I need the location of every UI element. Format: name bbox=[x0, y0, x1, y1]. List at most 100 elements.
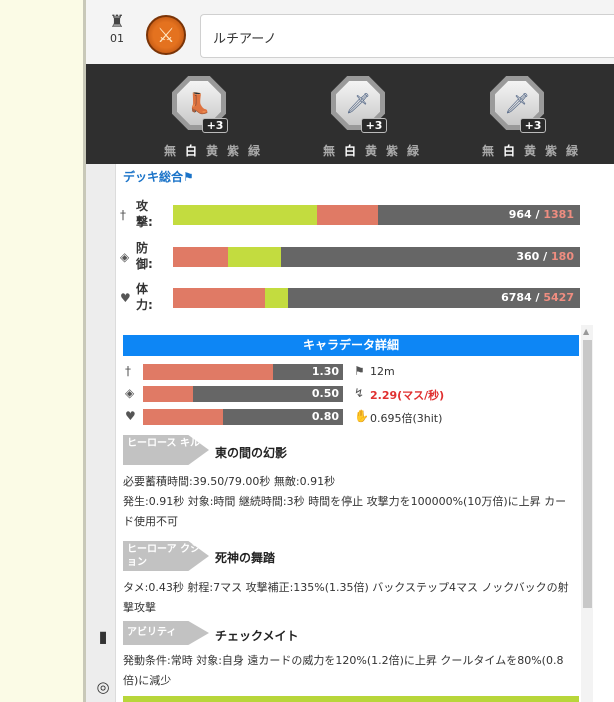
bar-green bbox=[265, 288, 288, 308]
equipment-bar: 👢 +3 無 白 黄 紫 緑 🗡 +3 無 白 黄 紫 緑 🗡 +3 無 白 黄… bbox=[86, 64, 614, 164]
color-none[interactable]: 無 bbox=[482, 142, 494, 159]
equip-slot-2[interactable]: 🗡 +3 無 白 黄 紫 緑 bbox=[291, 74, 451, 164]
sword-icon: † bbox=[120, 208, 126, 222]
detail-bar: 0.80 bbox=[143, 409, 343, 425]
color-yellow[interactable]: 黄 bbox=[365, 142, 377, 159]
pin-icon: ⚑ bbox=[183, 170, 194, 184]
char-number-text: 01 bbox=[110, 32, 124, 45]
detail-attack-row: † 1.30 ⚑ 12m bbox=[123, 363, 579, 381]
heart-icon: ♥ bbox=[125, 409, 136, 423]
color-purple[interactable]: 紫 bbox=[545, 142, 557, 159]
stat-current: 6784 bbox=[501, 291, 532, 304]
equip-level-badge: +3 bbox=[520, 118, 546, 133]
stat-value: 360 / 180 bbox=[516, 250, 574, 263]
stat-attack: † 攻撃: 964 / 1381 bbox=[120, 199, 580, 230]
speed-text: 2.29(マス/秒) bbox=[370, 389, 445, 402]
stat-value: 6784 / 5427 bbox=[501, 291, 574, 304]
hero-action-desc: タメ:0.43秒 射程:7マス 攻撃補正:135%(1.35倍) バックステップ… bbox=[123, 581, 569, 614]
detail-value: 0.80 bbox=[311, 410, 339, 423]
detail-hp-row: ♥ 0.80 ✋ 0.695倍(3hit) bbox=[123, 408, 579, 426]
stat-defense: ◈ 防御: 360 / 180 bbox=[120, 241, 580, 272]
bar-red bbox=[173, 288, 266, 308]
detail-bar: 0.50 bbox=[143, 386, 343, 402]
hit-text: 0.695倍(3hit) bbox=[370, 412, 443, 425]
equip-level-badge: +3 bbox=[361, 118, 387, 133]
color-purple[interactable]: 紫 bbox=[386, 142, 398, 159]
detail-bar-fill bbox=[143, 364, 273, 380]
bar-green bbox=[227, 247, 281, 267]
heart-icon: ♥ bbox=[120, 291, 131, 305]
color-green[interactable]: 緑 bbox=[566, 142, 578, 159]
hero-skill-name: 東の間の幻影 bbox=[215, 446, 288, 460]
equip-level-badge: +3 bbox=[202, 118, 228, 133]
range-text: 12m bbox=[370, 365, 395, 378]
color-purple[interactable]: 紫 bbox=[227, 142, 239, 159]
color-white[interactable]: 白 bbox=[503, 142, 515, 159]
stat-hp: ♥ 体力: 6784 / 5427 bbox=[120, 282, 580, 313]
stat-alt: 180 bbox=[551, 250, 574, 263]
color-row: 無 白 黄 紫 緑 bbox=[450, 142, 610, 159]
stat-sep: / bbox=[539, 250, 552, 263]
stat-label: 防御: bbox=[136, 241, 153, 271]
bar-green bbox=[173, 205, 318, 225]
hero-skill-tag: ヒーロース キル bbox=[123, 435, 209, 465]
range-icon: ⚑ bbox=[354, 364, 365, 378]
stat-bar: 964 / 1381 bbox=[173, 205, 580, 225]
equip-slot-3[interactable]: 🗡 +3 無 白 黄 紫 緑 bbox=[450, 74, 610, 164]
detail-defense-row: ◈ 0.50 ↯ 2.29(マス/秒) bbox=[123, 385, 579, 403]
color-row: 無 白 黄 紫 緑 bbox=[291, 142, 451, 159]
char-number: ♜ 01 bbox=[104, 12, 130, 45]
detail-bar-fill bbox=[143, 386, 193, 402]
stat-current: 360 bbox=[516, 250, 540, 263]
bar-red bbox=[317, 205, 379, 225]
detail-value: 0.50 bbox=[311, 387, 339, 400]
stat-sep: / bbox=[531, 291, 544, 304]
color-row: 無 白 黄 紫 緑 bbox=[132, 142, 292, 159]
character-header: ♜ 01 ⚔ ルチアーノ bbox=[86, 0, 614, 64]
ability-tag: アビリティ bbox=[123, 621, 209, 645]
stat-bar: 360 / 180 bbox=[173, 247, 580, 267]
color-green[interactable]: 緑 bbox=[407, 142, 419, 159]
color-none[interactable]: 無 bbox=[323, 142, 335, 159]
stat-value: 964 / 1381 bbox=[509, 208, 574, 221]
hero-figure-icon: ♜ bbox=[109, 12, 125, 32]
chara-detail-panel: キャラデータ詳細 † 1.30 ⚑ 12m ◈ 0.50 ↯ 2.29(マス/秒… bbox=[123, 333, 579, 702]
stat-label: 体力: bbox=[136, 282, 153, 312]
color-yellow[interactable]: 黄 bbox=[206, 142, 218, 159]
bar-red bbox=[173, 247, 228, 267]
detail-bar-fill bbox=[143, 409, 223, 425]
deck-summary-label: デッキ総合 bbox=[123, 170, 184, 184]
left-pane bbox=[0, 0, 83, 702]
ability-desc: 発動条件:常時 対象:自身 遠カードの威力を120%(1.2倍)に上昇 クールタ… bbox=[123, 654, 564, 687]
stat-current: 964 bbox=[508, 208, 532, 221]
scroll-up-icon[interactable]: ▲ bbox=[583, 327, 589, 336]
stat-alt: 5427 bbox=[543, 291, 574, 304]
color-white[interactable]: 白 bbox=[185, 142, 197, 159]
shield-icon: ◈ bbox=[120, 250, 130, 264]
stat-alt: 1381 bbox=[543, 208, 574, 221]
hit-icon: ✋ bbox=[354, 409, 369, 423]
hero-action-tag: ヒーローア クション bbox=[123, 541, 209, 571]
color-white[interactable]: 白 bbox=[344, 142, 356, 159]
equip-slot-1[interactable]: 👢 +3 無 白 黄 紫 緑 bbox=[132, 74, 292, 164]
character-panel: ▮ ◎ ♜ 01 ⚔ ルチアーノ 👢 +3 無 白 黄 紫 緑 🗡 +3 無 白… bbox=[86, 0, 614, 702]
footer-accent-bar bbox=[123, 696, 579, 702]
color-none[interactable]: 無 bbox=[164, 142, 176, 159]
stat-sep: / bbox=[531, 208, 544, 221]
color-green[interactable]: 緑 bbox=[248, 142, 260, 159]
cards-icon[interactable]: ▮ bbox=[92, 618, 114, 656]
color-yellow[interactable]: 黄 bbox=[524, 142, 536, 159]
detail-value: 1.30 bbox=[311, 365, 339, 378]
scroll-thumb[interactable] bbox=[583, 340, 592, 608]
shield-icon: ◈ bbox=[125, 386, 135, 400]
char-name-field[interactable]: ルチアーノ bbox=[200, 14, 614, 58]
hero-skill-desc: 必要蓄積時間:39.50/79.00秒 無敵:0.91秒 発生:0.91秒 対象… bbox=[123, 475, 567, 528]
target-icon[interactable]: ◎ bbox=[92, 676, 114, 698]
character-avatar[interactable]: ⚔ bbox=[146, 15, 186, 55]
ability-name: チェックメイト bbox=[215, 629, 299, 643]
sword-icon: † bbox=[125, 364, 131, 378]
hero-action-name: 死神の舞踏 bbox=[215, 551, 276, 565]
detail-bar: 1.30 bbox=[143, 364, 343, 380]
deck-summary-title[interactable]: デッキ総合⚑ bbox=[123, 168, 194, 185]
detail-title: キャラデータ詳細 bbox=[123, 335, 579, 356]
